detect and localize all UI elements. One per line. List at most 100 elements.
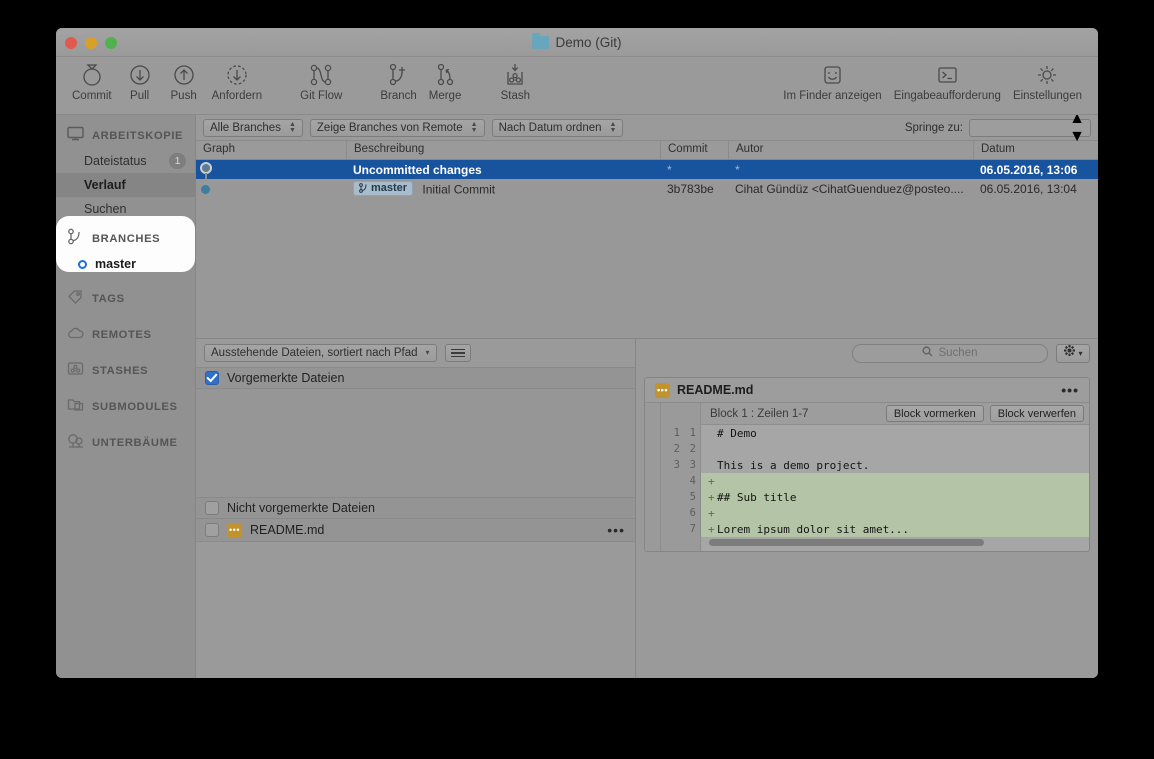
file-sort-dropdown[interactable]: Ausstehende Dateien, sortiert nach Pfad … (204, 344, 437, 362)
folder-icon (532, 32, 550, 49)
toolbar-button-git-flow[interactable]: Git Flow (294, 61, 348, 102)
diff-marker-plus: + (708, 522, 715, 536)
new-line-number: 2 (689, 443, 696, 455)
gear-icon (1063, 344, 1076, 362)
column-header-author[interactable]: Autor (728, 141, 973, 159)
toolbar-button-branch[interactable]: Branch (374, 61, 422, 102)
sidebar-section-submodules[interactable]: SUBMODULES (56, 394, 195, 420)
git-flow-icon (306, 61, 336, 89)
page-title: Demo (Git) (555, 34, 622, 50)
table-row[interactable]: Uncommitted changes * * 06.05.2016, 13:0… (196, 160, 1098, 179)
file-checkbox[interactable] (205, 523, 219, 537)
toolbar-button-show-in-finder[interactable]: Im Finder anzeigen (777, 61, 887, 102)
sort-filter-value: Nach Datum ordnen (498, 121, 602, 134)
sidebar-section-label: ARBEITSKOPIE (92, 130, 184, 142)
diff-line-text: Lorem ipsum dolor sit amet... (717, 522, 910, 536)
toolbar-button-terminal[interactable]: Eingabeaufforderung (888, 61, 1007, 102)
file-list-toolbar: Ausstehende Dateien, sortiert nach Pfad … (196, 339, 635, 367)
toolbar-button-merge[interactable]: Merge (423, 61, 468, 102)
commit-hash: 3b783be (667, 181, 714, 196)
diff-horizontal-scrollbar-thumb[interactable] (709, 539, 985, 546)
list-view-button[interactable] (444, 344, 471, 362)
submodule-folder-icon (67, 397, 84, 417)
toolbar-button-settings[interactable]: Einstellungen (1007, 61, 1088, 102)
column-header-graph[interactable]: Graph (196, 141, 346, 159)
sidebar-section-stashes[interactable]: STASHES (56, 358, 195, 384)
stash-icon (502, 61, 528, 89)
sidebar-section-branches[interactable]: BRANCHES (56, 226, 195, 252)
toolbar-button-push[interactable]: Push (162, 61, 206, 102)
diff-line (701, 441, 1089, 457)
line-number-row: 33 (661, 457, 700, 473)
branch-filter-dropdown[interactable]: Alle Branches ▲ ▼ (203, 118, 303, 137)
sidebar-item-verlauf[interactable]: Verlauf (56, 173, 195, 197)
diff-marker (708, 459, 717, 472)
sidebar-item-label: Dateistatus (84, 154, 147, 168)
commit-description: Uncommitted changes (353, 162, 482, 177)
old-line-number: 2 (673, 443, 680, 455)
sidebar-section-workingcopy[interactable]: ARBEITSKOPIE (56, 123, 195, 149)
diff-code-column: Block 1 : Zeilen 1-7 Block vormerken Blo… (701, 403, 1089, 551)
sidebar-item-dateistatus[interactable]: Dateistatus 1 (56, 149, 195, 173)
minimize-button[interactable] (85, 37, 97, 49)
current-branch-dot-icon (78, 259, 87, 269)
window-controls (65, 37, 117, 49)
close-button[interactable] (65, 37, 77, 49)
unstaged-files-header[interactable]: Nicht vorgemerkte Dateien (196, 497, 635, 519)
line-number-row: 5 (661, 489, 700, 505)
file-more-options-button[interactable]: ••• (607, 523, 625, 537)
search-input[interactable]: Suchen (852, 343, 1048, 363)
stage-block-button[interactable]: Block vormerken (885, 405, 984, 422)
diff-line-numbers: 11 22 33 4 5 6 7 (661, 403, 701, 551)
diff-line-text: This is a demo project. (717, 458, 870, 472)
staged-files-checkbox[interactable] (205, 371, 219, 385)
toolbar-button-stash[interactable]: Stash (493, 61, 537, 102)
list-item[interactable]: ••• README.md ••• (196, 519, 635, 542)
sidebar-branch-master[interactable]: master (56, 252, 195, 276)
toolbar-button-fetch[interactable]: Anfordern (206, 61, 269, 102)
file-status-pane: Ausstehende Dateien, sortiert nach Pfad … (196, 339, 636, 678)
staged-files-header[interactable]: Vorgemerkte Dateien (196, 367, 635, 389)
diff-marker-plus: + (708, 474, 715, 488)
branch-label-tag[interactable]: master (353, 180, 414, 196)
branch-label: master (95, 257, 136, 271)
commit-icon (80, 61, 104, 89)
jump-to-group: Springe zu: ▲ ▼ (905, 110, 1091, 145)
diff-line-added: + ## Sub title (701, 489, 1089, 505)
diff-marker (708, 427, 717, 440)
sidebar-section-tags[interactable]: TAGS (56, 286, 195, 312)
line-number-row: 11 (661, 425, 700, 441)
jump-to-combobox[interactable]: ▲ ▼ (969, 110, 1091, 145)
sort-filter-dropdown[interactable]: Nach Datum ordnen ▲ ▼ (491, 118, 624, 137)
sidebar-section-subtrees[interactable]: UNTERBÄUME (56, 430, 195, 456)
remote-filter-dropdown[interactable]: Zeige Branches von Remote ▲ ▼ (309, 118, 485, 137)
chevron-updown-icon: ▲ ▼ (470, 120, 478, 134)
chevron-updown-icon: ▲ ▼ (288, 120, 296, 134)
unstaged-files-checkbox[interactable] (205, 501, 219, 515)
window-body: ARBEITSKOPIE Dateistatus 1 Verlauf Suche… (56, 110, 1098, 678)
diff-options-gear-button[interactable]: ▾ (1056, 343, 1090, 363)
zoom-button[interactable] (105, 37, 117, 49)
line-number-row: 4 (661, 473, 700, 489)
chevron-updown-icon: ▲ ▼ (609, 120, 617, 134)
column-header-commit[interactable]: Commit (660, 141, 728, 159)
commit-description-cell: master Initial Commit (346, 180, 660, 196)
sidebar: ARBEITSKOPIE Dateistatus 1 Verlauf Suche… (56, 115, 196, 678)
toolbar-label: Stash (500, 90, 531, 102)
diff-content: 11 22 33 4 5 6 7 Block 1 : Zeilen 1-7 Bl… (645, 403, 1089, 551)
column-header-description[interactable]: Beschreibung (346, 141, 660, 159)
chevron-down-icon: ▾ (1078, 348, 1083, 358)
table-row[interactable]: master Initial Commit 3b783be Cihat Günd… (196, 179, 1098, 198)
sidebar-item-suchen[interactable]: Suchen (56, 197, 195, 221)
diff-file-name: README.md (677, 383, 754, 397)
discard-block-button[interactable]: Block verwerfen (989, 405, 1084, 422)
sidebar-section-remotes[interactable]: REMOTES (56, 322, 195, 348)
monitor-icon (67, 126, 84, 146)
toolbar-button-pull[interactable]: Pull (118, 61, 162, 102)
cloud-icon (67, 326, 84, 345)
diff-horizontal-scrollbar-track[interactable] (701, 537, 1089, 549)
toolbar-button-commit[interactable]: Commit (66, 61, 118, 102)
column-header-date[interactable]: Datum (973, 141, 1098, 159)
diff-more-options-button[interactable]: ••• (1061, 383, 1079, 397)
diff-line-text: # Demo (717, 426, 757, 440)
